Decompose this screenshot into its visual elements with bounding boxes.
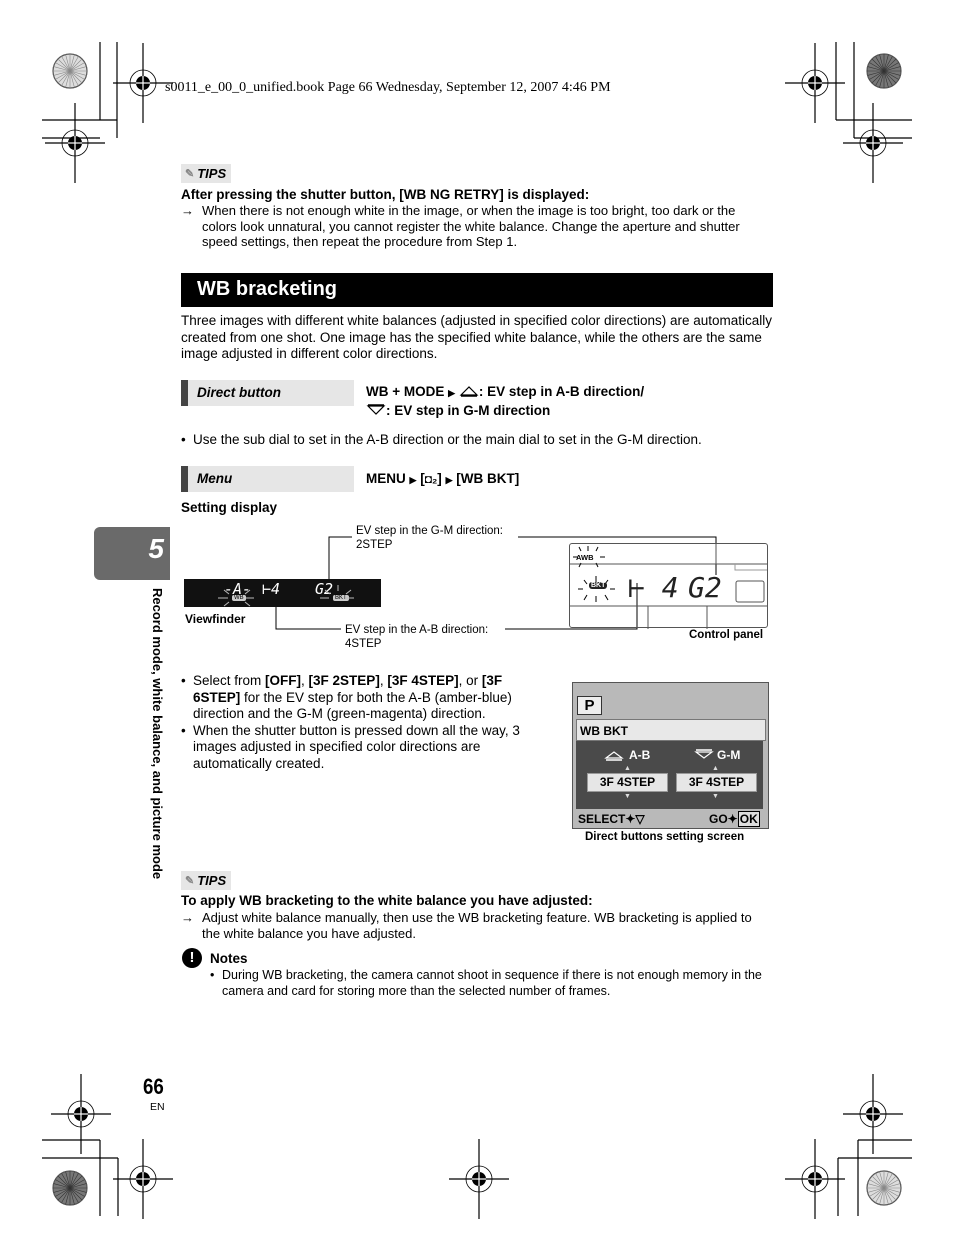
viewfinder-label: Viewfinder bbox=[185, 612, 246, 626]
blink-rays-icon bbox=[218, 585, 354, 607]
bullet: • bbox=[181, 673, 186, 688]
direct-buttons-screen: P WB BKT A-B G-M ▲ ▲ 3F 4STEP 3F 4STEP ▼… bbox=[572, 682, 769, 829]
memo-icon: ✎ bbox=[185, 875, 195, 887]
cp-ab-step: ⊢ 4 bbox=[628, 571, 679, 604]
cp-awb: AWB bbox=[576, 553, 594, 562]
ab-callout-value: 4STEP bbox=[345, 638, 382, 650]
opt-4step: [3F 4STEP] bbox=[387, 673, 459, 688]
go-label: GO bbox=[709, 812, 728, 826]
callout-lines bbox=[275, 536, 717, 630]
bullet: • bbox=[210, 968, 215, 982]
language-code: EN bbox=[150, 1101, 165, 1113]
tips-badge: ✎ TIPS bbox=[181, 871, 232, 890]
gm-label: G-M bbox=[717, 748, 741, 762]
step-options-list: • Select from [OFF], [3F 2STEP], [3F 4ST… bbox=[181, 673, 551, 772]
notes-text: During WB bracketing, the camera cannot … bbox=[222, 968, 762, 998]
control-panel-label: Control panel bbox=[689, 629, 764, 641]
main-dial-icon: ▽ bbox=[635, 812, 645, 826]
list-item-text: When the shutter button is pressed down … bbox=[193, 722, 520, 771]
ab-value-selector[interactable]: 3F 4STEP bbox=[587, 773, 668, 792]
down-arrow-icon[interactable]: ▼ bbox=[712, 793, 719, 800]
chapter-title: Record mode, white balance, and picture … bbox=[150, 588, 165, 880]
t: , or bbox=[458, 673, 482, 688]
exclamation-icon: ! bbox=[182, 948, 202, 968]
tips-text: Adjust white balance manually, then use … bbox=[202, 910, 752, 941]
up-arrow-icon[interactable]: ▲ bbox=[712, 765, 719, 772]
bullet: • bbox=[181, 722, 186, 738]
opt-2step: [3F 2STEP] bbox=[308, 673, 380, 688]
ab-callout-text: EV step in the A-B direction: bbox=[345, 624, 489, 636]
screen-caption: Direct buttons setting screen bbox=[585, 831, 745, 843]
plus-icon: ✦ bbox=[625, 812, 636, 826]
cp-gm-step: G2 bbox=[688, 571, 722, 604]
select-label: SELECT bbox=[578, 812, 626, 826]
up-arrow-icon[interactable]: ▲ bbox=[624, 765, 631, 772]
gm-callout: EV step in the G-M direction: 2STEP bbox=[356, 524, 503, 552]
sub-dial-icon bbox=[604, 751, 624, 761]
plus-icon: ✦ bbox=[727, 812, 738, 826]
t: Select from bbox=[193, 673, 266, 688]
ab-callout: EV step in the A-B direction: 4STEP bbox=[345, 623, 488, 651]
tips-heading: To apply WB bracketing to the white bala… bbox=[181, 893, 593, 908]
opt-off: [OFF] bbox=[265, 673, 302, 688]
gm-callout-value: 2STEP bbox=[356, 539, 393, 551]
notes-item: • During WB bracketing, the camera canno… bbox=[210, 968, 775, 999]
viewfinder-display: -A- ⊢4 G2 WB BKT bbox=[184, 579, 381, 607]
gm-value-selector[interactable]: 3F 4STEP bbox=[676, 773, 757, 792]
notes-heading: Notes bbox=[210, 951, 248, 966]
page-number: 66 bbox=[143, 1074, 164, 1099]
down-arrow-icon[interactable]: ▼ bbox=[624, 793, 631, 800]
tips-body: → Adjust white balance manually, then us… bbox=[181, 910, 773, 941]
list-item-text: Select from [OFF], [3F 2STEP], [3F 4STEP… bbox=[193, 673, 551, 723]
gm-callout-text: EV step in the G-M direction: bbox=[356, 525, 504, 537]
chapter-tab: 5 bbox=[94, 527, 170, 580]
ok-button-icon: OK bbox=[737, 811, 760, 827]
list-item: • Select from [OFF], [3F 2STEP], [3F 4ST… bbox=[181, 673, 551, 723]
list-item: • When the shutter button is pressed dow… bbox=[181, 723, 551, 773]
tips-label: TIPS bbox=[197, 873, 227, 888]
ab-label: A-B bbox=[629, 748, 651, 762]
mode-indicator: P bbox=[577, 696, 602, 715]
arrow-icon: → bbox=[181, 910, 194, 925]
control-panel-display: AWB BKT ⊢ 4 G2 bbox=[569, 543, 768, 629]
t: for the EV step for both the A-B (amber-… bbox=[193, 689, 512, 722]
main-dial-icon bbox=[694, 749, 714, 759]
t: , bbox=[301, 673, 309, 688]
go-hint: GO✦ OK bbox=[709, 811, 760, 827]
select-hint: SELECT✦▽ bbox=[578, 812, 645, 826]
cp-bkt-badge: BKT bbox=[589, 582, 608, 589]
menu-title: WB BKT bbox=[576, 719, 766, 741]
